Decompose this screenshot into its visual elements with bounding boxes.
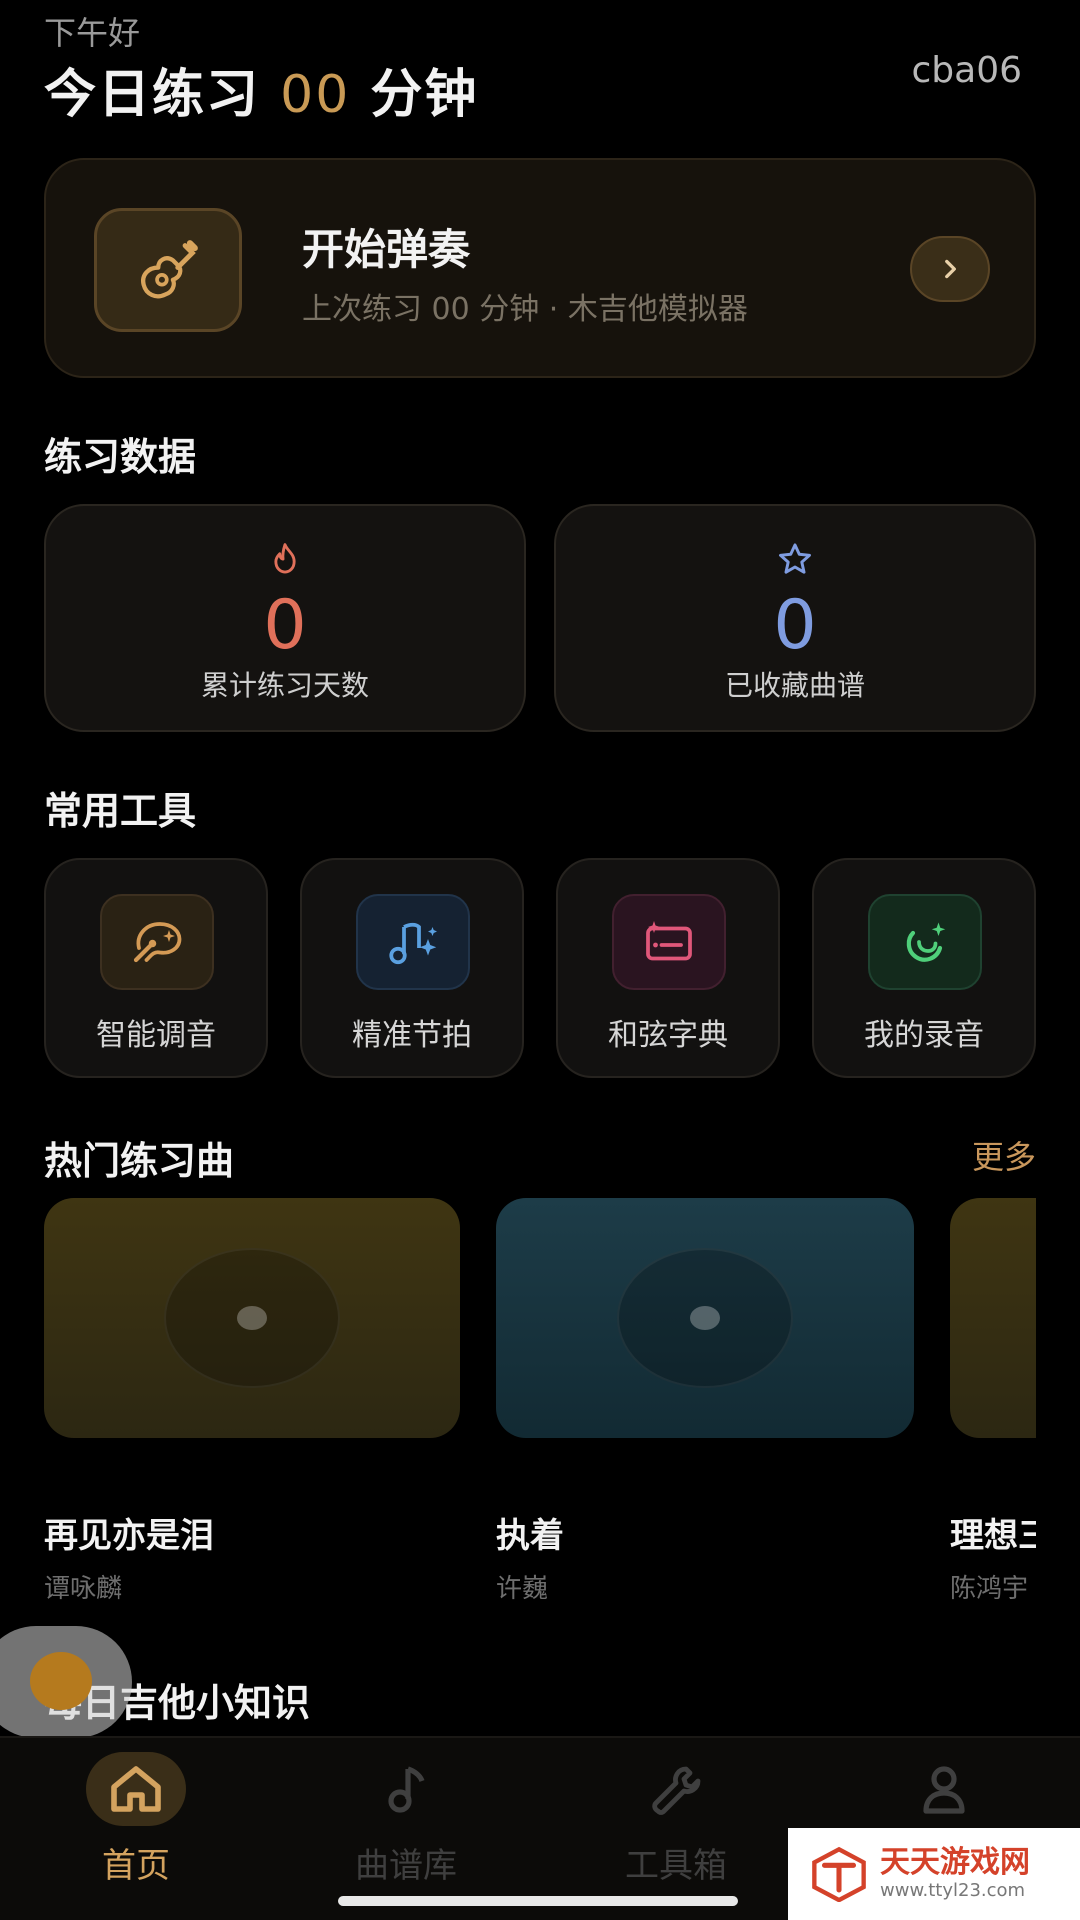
- song-cover[interactable]: [950, 1198, 1036, 1438]
- assistant-icon: [30, 1652, 92, 1710]
- tool-label: 精准节拍: [352, 1018, 472, 1053]
- song-artist: 许巍: [496, 1574, 549, 1604]
- song-title[interactable]: 理想三: [950, 1508, 1036, 1557]
- watermark-text: 天天游戏网 www.ttyl23.com: [880, 1846, 1030, 1902]
- tab-home[interactable]: 首页: [36, 1752, 236, 1902]
- user-icon: [894, 1752, 994, 1826]
- watermark-logo-icon: [812, 1846, 866, 1902]
- username[interactable]: cba06: [911, 50, 1022, 91]
- common-tools-title: 常用工具: [44, 789, 197, 833]
- vinyl-disc-icon: [617, 1248, 793, 1388]
- site-watermark: 天天游戏网 www.ttyl23.com: [788, 1828, 1080, 1920]
- tool-label: 我的录音: [864, 1018, 984, 1053]
- song-cover[interactable]: [44, 1198, 460, 1438]
- tool-label: 和弦字典: [608, 1018, 728, 1053]
- wrench-icon: [626, 1752, 726, 1826]
- song-artist: 陈鸿宇: [950, 1574, 1029, 1604]
- start-playing-title: 开始弹奏: [302, 225, 471, 274]
- home-icon: [86, 1752, 186, 1826]
- song-cover[interactable]: [496, 1198, 914, 1438]
- floating-assistant-ball[interactable]: [0, 1626, 132, 1738]
- headline-suffix: 分钟: [370, 65, 479, 125]
- practice-minutes: 00: [280, 65, 351, 125]
- today-practice-headline: 今日练习 00 分钟: [44, 52, 478, 127]
- saved-scores-value: 0: [773, 586, 817, 665]
- greeting-text: 下午好: [44, 14, 141, 52]
- start-playing-card[interactable]: 开始弹奏 上次练习 00 分钟 · 木吉他模拟器: [44, 158, 1036, 378]
- tuner-icon: [100, 894, 214, 990]
- guitar-icon: [94, 208, 242, 332]
- tool-label: 智能调音: [96, 1018, 216, 1053]
- metronome-icon: [356, 894, 470, 990]
- practice-days-label: 累计练习天数: [200, 669, 369, 702]
- flame-icon: [269, 542, 301, 580]
- tab-label: 首页: [102, 1846, 170, 1886]
- tab-score-library[interactable]: 曲谱库: [306, 1752, 506, 1902]
- practice-stats-title: 练习数据: [44, 435, 197, 479]
- saved-scores-card[interactable]: 0 已收藏曲谱: [554, 504, 1036, 732]
- tool-my-recordings[interactable]: 我的录音: [812, 858, 1036, 1078]
- chevron-right-icon[interactable]: [910, 236, 990, 302]
- practice-days-card[interactable]: 0 累计练习天数: [44, 504, 526, 732]
- tool-chord-dictionary[interactable]: 和弦字典: [556, 858, 780, 1078]
- recording-icon: [868, 894, 982, 990]
- chord-dictionary-icon: [612, 894, 726, 990]
- last-practice-subtitle: 上次练习 00 分钟 · 木吉他模拟器: [302, 292, 748, 327]
- more-link[interactable]: 更多: [972, 1132, 1036, 1178]
- tool-smart-tuner[interactable]: 智能调音: [44, 858, 268, 1078]
- star-icon: [777, 542, 813, 580]
- saved-scores-label: 已收藏曲谱: [724, 669, 865, 702]
- song-title[interactable]: 执着: [496, 1508, 564, 1557]
- practice-days-value: 0: [263, 586, 307, 665]
- home-screen: 下午好 今日练习 00 分钟 cba06 开始弹奏 上次练习 00 分钟 · 木…: [0, 0, 1080, 1920]
- song-artist: 谭咏麟: [44, 1574, 123, 1604]
- popular-songs-title: 热门练习曲: [44, 1139, 235, 1183]
- home-indicator[interactable]: [338, 1896, 738, 1906]
- music-note-icon: [356, 1752, 456, 1826]
- song-item-clipped: 理想三 陈鸿宇: [950, 1500, 1036, 1610]
- tab-label: 曲谱库: [355, 1846, 457, 1886]
- vinyl-disc-icon: [164, 1248, 340, 1388]
- tab-toolbox[interactable]: 工具箱: [576, 1752, 776, 1902]
- tool-precise-metronome[interactable]: 精准节拍: [300, 858, 524, 1078]
- song-title[interactable]: 再见亦是泪: [44, 1508, 214, 1557]
- watermark-url: www.ttyl23.com: [880, 1880, 1026, 1901]
- headline-prefix: 今日练习: [44, 65, 261, 125]
- tab-label: 工具箱: [625, 1846, 727, 1886]
- watermark-title: 天天游戏网: [880, 1845, 1030, 1880]
